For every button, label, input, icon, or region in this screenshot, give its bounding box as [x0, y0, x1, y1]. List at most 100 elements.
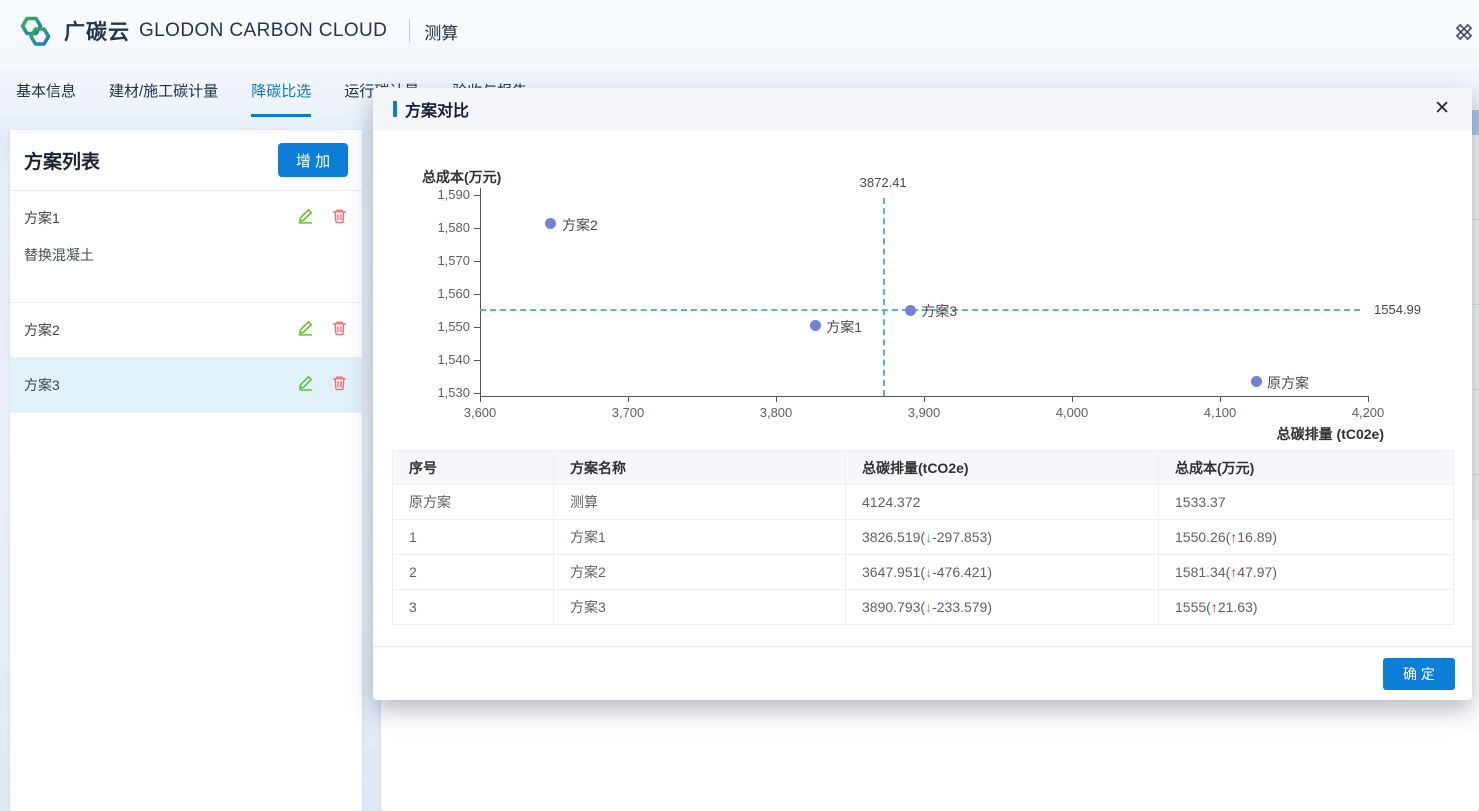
- tab-material-construction-carbon[interactable]: 建材/施工碳计量: [109, 80, 218, 117]
- brand-name-en: GLODON CARBON CLOUD: [139, 20, 387, 42]
- y-tick-mark: [474, 327, 480, 328]
- y-tick-mark: [474, 294, 480, 295]
- y-tick-mark: [474, 228, 480, 229]
- y-axis-line: [480, 188, 481, 397]
- ref-x-label: 3872.41: [860, 175, 907, 190]
- table-header-row: 序号方案名称总碳排量(tCO2e)总成本(万元): [393, 451, 1454, 485]
- table-header-cell: 方案名称: [554, 451, 846, 485]
- y-tick-mark: [474, 261, 480, 262]
- scatter-point[interactable]: [810, 320, 821, 331]
- modal-header: 方案对比 ✕: [373, 88, 1472, 130]
- scheme-list-panel: 方案列表 增 加 方案1替换混凝土方案2方案3: [10, 130, 362, 811]
- x-tick-label: 3,800: [760, 405, 793, 420]
- y-tick-label: 1,560: [408, 286, 470, 301]
- y-tick-label: 1,540: [408, 352, 470, 367]
- table-header-cell: 总成本(万元): [1159, 451, 1454, 485]
- y-tick-mark: [474, 360, 480, 361]
- table-header-cell: 序号: [393, 451, 554, 485]
- close-icon[interactable]: ✕: [1434, 97, 1450, 121]
- scheme-list: 方案1替换混凝土方案2方案3: [10, 191, 362, 413]
- x-tick-mark: [1072, 396, 1073, 402]
- scheme-compare-modal: 方案对比 ✕ 总成本(万元) 总碳排量 (tC02e) 3,6003,7003,…: [373, 88, 1472, 700]
- x-tick-mark: [924, 396, 925, 402]
- header-divider: [409, 19, 410, 43]
- delete-icon[interactable]: [329, 205, 349, 225]
- table-row: 1方案13826.519(↓-297.853)1550.26(↑16.89): [393, 520, 1454, 555]
- delete-icon[interactable]: [329, 317, 349, 337]
- x-tick-label: 4,200: [1352, 405, 1385, 420]
- add-scheme-button[interactable]: 增 加: [278, 143, 348, 177]
- cell-cost: 1555(↑21.63): [1159, 590, 1454, 625]
- scatter-point[interactable]: [905, 305, 916, 316]
- app-header: 广碳云 GLODON CARBON CLOUD 测算: [0, 0, 1479, 62]
- cell-cost: 1581.34(↑47.97): [1159, 555, 1454, 590]
- comparison-table: 序号方案名称总碳排量(tCO2e)总成本(万元) 原方案测算4124.37215…: [392, 450, 1454, 625]
- modal-accent-bar: [393, 101, 397, 117]
- scatter-point-label: 方案1: [826, 317, 862, 337]
- y-tick-mark: [474, 195, 480, 196]
- brand-name-cn: 广碳云: [64, 16, 130, 46]
- x-tick-label: 3,600: [464, 405, 497, 420]
- x-tick-label: 3,900: [908, 405, 941, 420]
- cell-scheme-name: 方案2: [554, 555, 846, 590]
- scheme-list-header: 方案列表 增 加: [10, 130, 362, 191]
- y-tick-mark: [474, 393, 480, 394]
- scatter-point[interactable]: [545, 218, 556, 229]
- increase-arrow-icon: ↑: [1230, 564, 1237, 580]
- cell-scheme-name: 方案1: [554, 520, 846, 555]
- scatter-point-label: 原方案: [1267, 373, 1309, 393]
- scheme-list-item[interactable]: 方案2: [10, 303, 362, 358]
- edit-icon[interactable]: [295, 205, 315, 225]
- modal-footer: 确 定: [373, 646, 1472, 700]
- scatter-point-label: 方案2: [562, 215, 598, 235]
- decrease-arrow-icon: ↓: [925, 529, 932, 545]
- cell-emission: 3890.793(↓-233.579): [846, 590, 1159, 625]
- x-tick-mark: [776, 396, 777, 402]
- scheme-item-actions: [295, 372, 349, 392]
- y-tick-label: 1,590: [408, 187, 470, 202]
- app-logo: [14, 13, 55, 50]
- cell-seq: 3: [393, 590, 554, 625]
- edit-icon[interactable]: [295, 372, 315, 392]
- tab-carbon-reduction-comparison[interactable]: 降碳比选: [251, 80, 311, 117]
- y-axis-title: 总成本(万元): [422, 167, 501, 187]
- cell-emission: 3647.951(↓-476.421): [846, 555, 1159, 590]
- x-tick-mark: [1368, 396, 1369, 402]
- cell-seq: 2: [393, 555, 554, 590]
- table-row: 3方案33890.793(↓-233.579)1555(↑21.63): [393, 590, 1454, 625]
- cell-emission: 3826.519(↓-297.853): [846, 520, 1159, 555]
- decrease-arrow-icon: ↓: [925, 564, 932, 580]
- scatter-point-label: 方案3: [921, 301, 957, 321]
- delete-icon[interactable]: [329, 372, 349, 392]
- y-tick-label: 1,570: [408, 253, 470, 268]
- ref-line-horizontal: [480, 309, 1360, 311]
- cell-emission: 4124.372: [846, 485, 1159, 520]
- ref-line-vertical: [883, 198, 885, 396]
- edit-icon[interactable]: [295, 317, 315, 337]
- cell-cost: 1550.26(↑16.89): [1159, 520, 1454, 555]
- table-row: 原方案测算4124.3721533.37: [393, 485, 1454, 520]
- x-tick-label: 4,000: [1056, 405, 1089, 420]
- confirm-button[interactable]: 确 定: [1383, 658, 1455, 690]
- scheme-list-item[interactable]: 方案1替换混凝土: [10, 191, 362, 303]
- scheme-list-title: 方案列表: [24, 147, 100, 174]
- x-axis-title: 总碳排量 (tC02e): [1277, 424, 1384, 444]
- scheme-list-item[interactable]: 方案3: [10, 358, 362, 413]
- increase-arrow-icon: ↑: [1211, 599, 1218, 615]
- comparison-scatter-chart: 总成本(万元) 总碳排量 (tC02e) 3,6003,7003,8003,90…: [373, 130, 1472, 450]
- cell-seq: 原方案: [393, 485, 554, 520]
- y-tick-label: 1,550: [408, 319, 470, 334]
- cell-scheme-name: 方案3: [554, 590, 846, 625]
- y-tick-label: 1,580: [408, 220, 470, 235]
- increase-arrow-icon: ↑: [1230, 529, 1237, 545]
- x-tick-mark: [480, 396, 481, 402]
- cell-scheme-name: 测算: [554, 485, 846, 520]
- page: 广碳云 GLODON CARBON CLOUD 测算 基本信息建材/施工碳计量降…: [0, 0, 1479, 811]
- modal-title: 方案对比: [405, 97, 469, 121]
- scheme-item-actions: [295, 205, 349, 225]
- tab-basic-info[interactable]: 基本信息: [16, 80, 76, 117]
- design-tools-icon[interactable]: [1452, 20, 1476, 44]
- table-row: 2方案23647.951(↓-476.421)1581.34(↑47.97): [393, 555, 1454, 590]
- scatter-point[interactable]: [1251, 376, 1262, 387]
- module-name: 测算: [424, 19, 458, 44]
